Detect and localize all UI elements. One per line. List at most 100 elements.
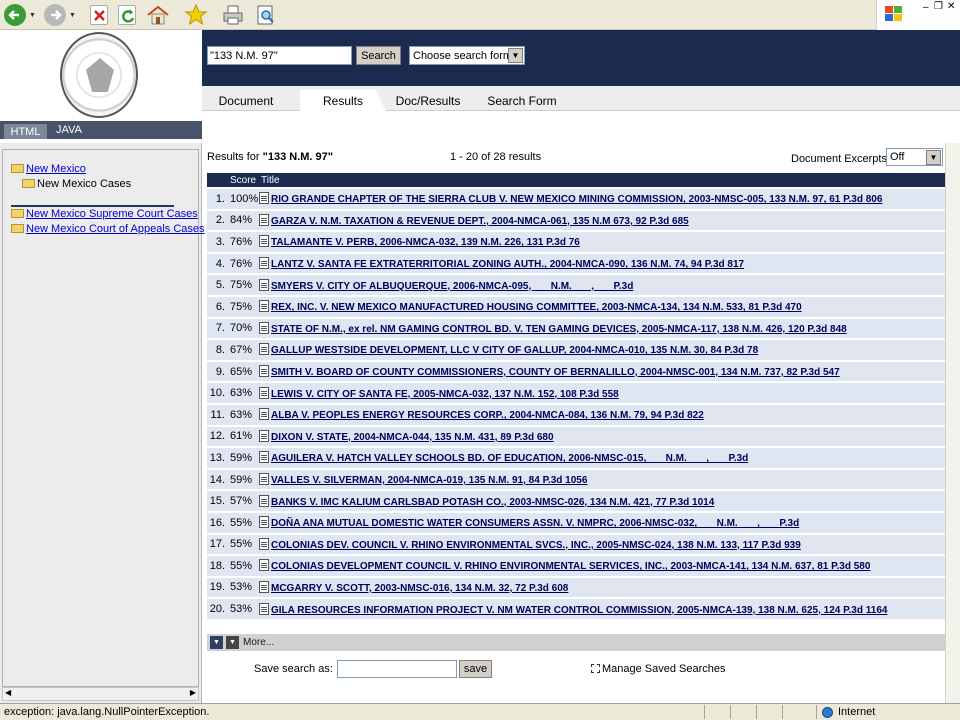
- result-score: 67%: [228, 340, 259, 360]
- result-title-link[interactable]: BANKS V. IMC KALIUM CARLSBAD POTASH CO.,…: [271, 497, 714, 508]
- save-search-input[interactable]: [337, 660, 457, 678]
- document-icon[interactable]: [259, 602, 269, 615]
- tab-search-form[interactable]: Search Form: [478, 90, 566, 111]
- result-title-link[interactable]: VALLES V. SILVERMAN, 2004-NMCA-019, 135 …: [271, 475, 587, 486]
- result-title-cell: TALAMANTE V. PERB, 2006-NMCA-032, 139 N.…: [259, 232, 945, 252]
- forward-dropdown-icon[interactable]: ▼: [69, 12, 76, 19]
- result-score: 55%: [228, 512, 259, 533]
- chevron-down-icon[interactable]: ▼: [508, 48, 523, 63]
- document-icon[interactable]: [259, 408, 269, 421]
- document-icon[interactable]: [259, 300, 269, 313]
- result-title-link[interactable]: AGUILERA V. HATCH VALLEY SCHOOLS BD. OF …: [271, 453, 748, 464]
- result-title-link[interactable]: LEWIS V. CITY OF SANTA FE, 2005-NMCA-032…: [271, 389, 619, 400]
- result-title-link[interactable]: STATE OF N.M., ex rel. NM GAMING CONTROL…: [271, 324, 847, 335]
- result-score: 59%: [228, 448, 259, 468]
- document-icon[interactable]: [259, 235, 269, 248]
- result-title-link[interactable]: DOÑA ANA MUTUAL DOMESTIC WATER CONSUMERS…: [271, 518, 799, 529]
- document-icon[interactable]: [259, 516, 269, 529]
- document-icon[interactable]: [259, 278, 269, 291]
- java-mode-tab[interactable]: JAVA: [56, 124, 82, 136]
- title-column-header[interactable]: Title: [259, 173, 945, 187]
- tree-link-court-of-appeals[interactable]: New Mexico Court of Appeals Cases: [26, 223, 205, 235]
- document-icon[interactable]: [259, 213, 269, 226]
- document-excerpts-value: Off: [890, 151, 905, 163]
- result-title-link[interactable]: LANTZ V. SANTA FE EXTRATERRITORIAL ZONIN…: [271, 259, 744, 270]
- document-icon[interactable]: [259, 559, 269, 572]
- result-title-link[interactable]: COLONIAS DEVELOPMENT COUNCIL V. RHINO EN…: [271, 561, 870, 572]
- document-icon[interactable]: [259, 192, 269, 205]
- result-title-link[interactable]: RIO GRANDE CHAPTER OF THE SIERRA CLUB V.…: [271, 194, 882, 205]
- more-results-link[interactable]: More...: [243, 637, 274, 648]
- status-divider: [782, 705, 783, 719]
- result-number: 17.: [207, 534, 228, 555]
- scroll-left-icon[interactable]: ◀: [5, 688, 11, 697]
- save-search-button[interactable]: save: [459, 660, 492, 678]
- tree-item-new-mexico[interactable]: New Mexico: [11, 163, 86, 175]
- next-page-icon[interactable]: ▼: [210, 636, 223, 649]
- restore-icon[interactable]: ❐: [934, 1, 943, 12]
- result-title-link[interactable]: COLONIAS DEV. COUNCIL V. RHINO ENVIRONME…: [271, 540, 801, 551]
- back-button[interactable]: ▼: [4, 3, 36, 27]
- tab-document[interactable]: Document: [206, 90, 286, 111]
- scroll-right-icon[interactable]: ▶: [190, 688, 196, 697]
- document-icon[interactable]: [259, 257, 269, 270]
- minimize-icon[interactable]: –: [923, 2, 929, 13]
- document-icon[interactable]: [259, 473, 269, 486]
- manage-saved-searches-link[interactable]: Manage Saved Searches: [591, 663, 726, 675]
- tab-results[interactable]: Results: [300, 90, 386, 111]
- result-title-cell: COLONIAS DEV. COUNCIL V. RHINO ENVIRONME…: [259, 534, 945, 555]
- result-title-link[interactable]: GILA RESOURCES INFORMATION PROJECT V. NM…: [271, 605, 887, 616]
- result-title-link[interactable]: SMITH V. BOARD OF COUNTY COMMISSIONERS, …: [271, 367, 840, 378]
- more-results-icon[interactable]: ▼: [226, 636, 239, 649]
- search-button[interactable]: Search: [356, 46, 401, 65]
- result-title-link[interactable]: GARZA V. N.M. TAXATION & REVENUE DEPT., …: [271, 216, 689, 227]
- search-input[interactable]: [207, 46, 352, 65]
- tree-divider: [11, 205, 174, 207]
- search-form-select[interactable]: Choose search form ▼: [409, 46, 525, 65]
- forward-button[interactable]: ▼: [44, 3, 76, 27]
- tree-item-new-mexico-cases[interactable]: New Mexico Cases: [22, 178, 131, 190]
- document-icon[interactable]: [259, 386, 269, 399]
- tree-link-supreme-court[interactable]: New Mexico Supreme Court Cases: [26, 208, 198, 220]
- table-row: 3. 76% TALAMANTE V. PERB, 2006-NMCA-032, 1…: [207, 232, 945, 252]
- result-title-link[interactable]: DIXON V. STATE, 2004-NMCA-044, 135 N.M. …: [271, 432, 554, 443]
- document-icon[interactable]: [259, 365, 269, 378]
- document-icon[interactable]: [259, 494, 269, 507]
- result-title-cell: BANKS V. IMC KALIUM CARLSBAD POTASH CO.,…: [259, 491, 945, 511]
- result-title-link[interactable]: GALLUP WESTSIDE DEVELOPMENT, LLC V CITY …: [271, 345, 758, 356]
- results-vertical-scrollbar[interactable]: [945, 143, 960, 703]
- result-title-link[interactable]: ALBA V. PEOPLES ENERGY RESOURCES CORP., …: [271, 410, 704, 421]
- document-excerpts-select[interactable]: Off ▼: [886, 148, 943, 166]
- score-column-header[interactable]: Score: [228, 173, 259, 187]
- left-horizontal-scrollbar[interactable]: ◀ ▶: [2, 687, 199, 701]
- document-icon[interactable]: [259, 343, 269, 356]
- result-title-link[interactable]: MCGARRY V. SCOTT, 2003-NMSC-016, 134 N.M…: [271, 583, 568, 594]
- html-mode-tab[interactable]: HTML: [4, 124, 47, 139]
- chevron-down-icon[interactable]: ▼: [926, 150, 941, 165]
- stop-button[interactable]: [90, 3, 108, 27]
- favorites-icon: [184, 3, 208, 26]
- refresh-button[interactable]: [118, 3, 136, 27]
- favorites-button[interactable]: [184, 3, 208, 27]
- document-icon[interactable]: [259, 580, 269, 593]
- result-title-link[interactable]: TALAMANTE V. PERB, 2006-NMCA-032, 139 N.…: [271, 237, 580, 248]
- result-title-link[interactable]: SMYERS V. CITY OF ALBUQUERQUE, 2006-NMCA…: [271, 281, 633, 292]
- back-dropdown-icon[interactable]: ▼: [29, 12, 36, 19]
- document-icon[interactable]: [259, 537, 269, 550]
- result-title-link[interactable]: REX, INC. V. NEW MEXICO MANUFACTURED HOU…: [271, 302, 802, 313]
- print-preview-button[interactable]: [254, 3, 276, 27]
- result-number: 7.: [207, 318, 228, 339]
- tree-item-supreme-court[interactable]: New Mexico Supreme Court Cases: [11, 208, 198, 220]
- tab-doc-results[interactable]: Doc/Results: [392, 90, 464, 111]
- close-icon[interactable]: ✕: [947, 1, 955, 12]
- tree-item-court-of-appeals[interactable]: New Mexico Court of Appeals Cases: [11, 223, 205, 235]
- document-icon[interactable]: [259, 451, 269, 464]
- save-search-label: Save search as:: [254, 663, 333, 675]
- print-button[interactable]: [222, 3, 244, 27]
- table-row: 13. 59% AGUILERA V. HATCH VALLEY SCHOOLS B…: [207, 448, 945, 468]
- document-icon[interactable]: [259, 321, 269, 334]
- status-divider: [730, 705, 731, 719]
- home-button[interactable]: [146, 3, 170, 27]
- document-icon[interactable]: [259, 429, 269, 442]
- tree-link-new-mexico[interactable]: New Mexico: [26, 163, 86, 175]
